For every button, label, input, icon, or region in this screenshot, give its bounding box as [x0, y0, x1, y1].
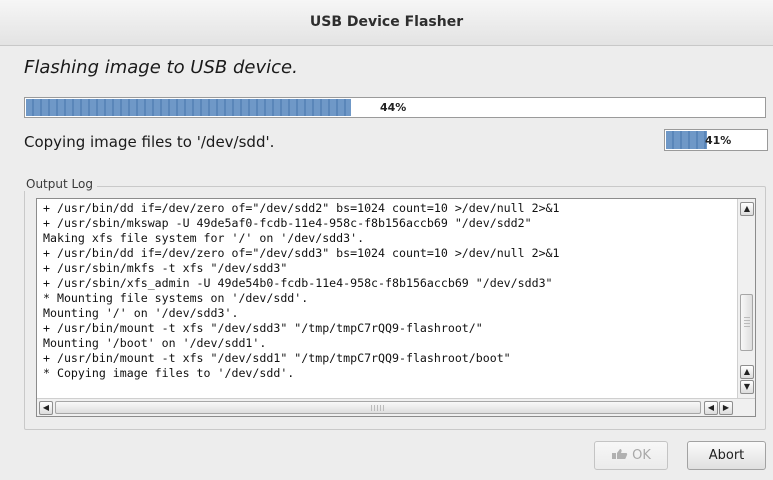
horizontal-scrollbar[interactable]: ◀ ◀ ▶: [37, 398, 755, 416]
overall-progress-fill: [26, 99, 351, 116]
arrow-up-icon[interactable]: ▲: [740, 365, 754, 379]
output-log-label: Output Log: [24, 177, 97, 191]
vertical-scrollbar[interactable]: ▲ ▲ ▼: [737, 199, 755, 398]
title-bar[interactable]: USB Device Flasher: [0, 0, 773, 46]
dialog-window: USB Device Flasher Flashing image to USB…: [0, 0, 773, 480]
arrow-right-icon[interactable]: ▶: [719, 401, 733, 415]
arrow-left-icon[interactable]: ◀: [39, 401, 53, 415]
arrow-left-icon[interactable]: ◀: [704, 401, 718, 415]
page-heading: Flashing image to USB device.: [24, 57, 298, 78]
arrow-up-icon[interactable]: ▲: [740, 202, 754, 216]
arrow-down-icon[interactable]: ▼: [740, 380, 754, 394]
output-log-text: + /usr/bin/dd if=/dev/zero of="/dev/sdd2…: [43, 201, 560, 380]
step-status-text: Copying image files to '/dev/sdd'.: [24, 133, 275, 151]
grip-icon: [744, 317, 750, 329]
step-progress-bar: 41%: [664, 129, 768, 151]
step-progress-label: 41%: [705, 134, 732, 147]
window-title: USB Device Flasher: [309, 14, 464, 30]
horizontal-scroll-thumb[interactable]: [55, 401, 701, 414]
overall-progress-bar: 44%: [24, 97, 766, 118]
ok-button[interactable]: OK: [594, 441, 668, 470]
thumbs-up-icon: [612, 449, 628, 459]
vertical-scroll-thumb[interactable]: [740, 294, 753, 351]
abort-button[interactable]: Abort: [687, 441, 766, 470]
output-log-textarea[interactable]: + /usr/bin/dd if=/dev/zero of="/dev/sdd2…: [36, 198, 756, 417]
overall-progress-label: 44%: [380, 101, 407, 114]
step-progress-fill: [666, 131, 707, 149]
ok-button-label: OK: [632, 448, 651, 463]
grip-icon: [371, 405, 385, 411]
